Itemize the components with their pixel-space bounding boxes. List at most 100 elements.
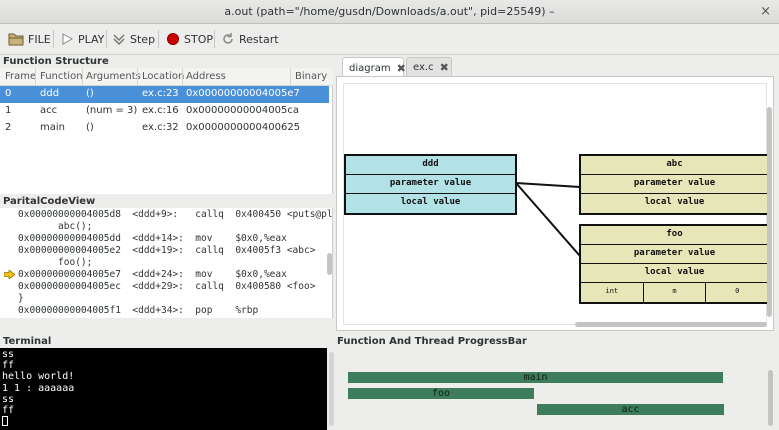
close-tab-icon[interactable]: ✖ — [440, 61, 449, 74]
code-view[interactable]: 0x00000000004005d8 <ddd+9>: callq 0x4004… — [0, 208, 333, 318]
cell-frame: 0 — [5, 88, 12, 99]
local-value-row: local value — [644, 197, 705, 207]
cell-function: ddd — [40, 88, 60, 99]
window-titlebar: a.out (path="/home/gusdn/Downloads/a.out… — [0, 0, 779, 24]
tab-ex-c[interactable]: ex.c ✖ — [406, 57, 452, 77]
variable-name: m — [644, 283, 707, 302]
file-button[interactable]: FILE — [8, 29, 51, 49]
code-line: abc(); — [18, 221, 93, 232]
stack-frame-foo[interactable]: foo parameter value local value int m 0 — [579, 224, 770, 304]
code-view-scrollbar[interactable] — [327, 253, 332, 275]
cell-function: acc — [40, 105, 58, 116]
code-line: foo(); — [18, 257, 93, 268]
restart-icon — [223, 33, 233, 44]
local-value-row: local value — [581, 264, 768, 283]
tab-diagram-label: diagram — [349, 62, 391, 74]
function-structure-title: Function Structure — [3, 56, 109, 67]
cell-frame: 1 — [5, 105, 12, 116]
column-divider — [35, 68, 36, 86]
folder-icon — [8, 33, 24, 46]
terminal-line: hello world! — [2, 371, 75, 383]
cell-address: 0x0000000000400625 — [186, 122, 301, 133]
cell-frame: 2 — [5, 122, 12, 133]
cell-location: ex.c:23 — [142, 88, 179, 99]
code-line: 0x00000000004005e2 <ddd+19>: callq 0x400… — [18, 245, 316, 256]
window-title: a.out (path="/home/gusdn/Downloads/a.out… — [224, 5, 555, 18]
cell-address: 0x00000000004005ca — [186, 105, 299, 116]
close-tab-icon[interactable]: ✖ — [397, 62, 406, 75]
column-header-location[interactable]: Location — [142, 71, 184, 82]
column-header-function[interactable]: Function — [40, 71, 83, 82]
code-view-title: ParitalCodeView — [3, 196, 96, 207]
play-button[interactable]: PLAY — [60, 29, 104, 49]
column-divider — [137, 68, 138, 86]
stop-button[interactable]: STOP — [166, 29, 213, 49]
column-divider — [290, 68, 291, 86]
stack-frame-abc[interactable]: abc parameter value local value — [579, 154, 770, 215]
toolbar-separator — [53, 30, 54, 48]
terminal-line: ss — [2, 349, 15, 360]
file-button-label: FILE — [28, 32, 51, 46]
toolbar-separator — [106, 30, 107, 48]
cell-location: ex.c:32 — [142, 122, 179, 133]
progress-bar-area: main foo acc — [336, 348, 779, 430]
terminal-line: ff — [2, 404, 15, 416]
parameter-value-row: parameter value — [346, 175, 515, 194]
cell-arguments: (num = 3) — [86, 105, 138, 116]
code-line: } — [18, 293, 24, 304]
code-line: 0x00000000004005d8 <ddd+9>: callq 0x4004… — [18, 209, 333, 220]
table-row[interactable]: 0 ddd () ex.c:23 0x00000000004005e7 — [0, 86, 329, 103]
restart-button-label: Restart — [239, 32, 279, 46]
toolbar: FILE PLAY Step STOP Restart — [0, 24, 779, 55]
progress-bar-acc: acc — [537, 404, 724, 415]
variable-type: int — [581, 283, 644, 302]
stop-button-label: STOP — [184, 32, 213, 46]
step-down-icon — [113, 34, 125, 46]
code-line: 0x00000000004005dd <ddd+14>: mov $0x0,%e… — [18, 233, 287, 244]
diagram-canvas[interactable]: ddd parameter value local value abc para… — [343, 83, 770, 325]
frame-name: foo — [581, 226, 768, 245]
code-line: 0x00000000004005f1 <ddd+34>: pop %rbp — [18, 305, 259, 316]
stop-icon — [167, 33, 179, 45]
cell-function: main — [40, 122, 65, 133]
arrow-right-icon — [4, 270, 15, 279]
local-variable-row: int m 0 — [581, 283, 768, 302]
column-header-arguments[interactable]: Arguments — [86, 71, 141, 82]
play-icon — [62, 33, 74, 45]
progress-bar-main: main — [348, 372, 723, 383]
cell-address: 0x00000000004005e7 — [186, 88, 300, 99]
terminal-scrollbar[interactable] — [329, 352, 334, 426]
table-row[interactable]: 1 acc (num = 3) ex.c:16 0x00000000004005… — [0, 103, 329, 120]
cell-arguments: () — [86, 88, 94, 99]
toolbar-separator — [158, 30, 159, 48]
cell-arguments: () — [86, 122, 94, 133]
parameter-value-row: parameter value — [581, 245, 768, 264]
terminal[interactable]: ss ff hello world! 1 1 : aaaaaa ss ff — [0, 348, 327, 430]
function-structure-table: Frame Function Arguments Location Addres… — [0, 68, 333, 194]
progress-scrollbar[interactable] — [768, 370, 773, 426]
column-divider — [182, 68, 183, 86]
terminal-line: ss — [2, 393, 15, 405]
tab-diagram[interactable]: diagram ✖ — [342, 57, 406, 78]
cell-location: ex.c:16 — [142, 105, 179, 116]
frame-name: ddd — [346, 156, 515, 175]
column-header-frame[interactable]: Frame — [5, 71, 36, 82]
play-button-label: PLAY — [78, 32, 105, 46]
step-button-label: Step — [130, 32, 156, 46]
frame-name: abc — [581, 156, 768, 175]
column-header-address[interactable]: Address — [186, 71, 226, 82]
diagram-panel: ddd parameter value local value abc para… — [336, 76, 774, 331]
stack-frame-ddd[interactable]: ddd parameter value local value — [344, 154, 517, 215]
diagram-vertical-scrollbar[interactable] — [767, 107, 772, 317]
diagram-horizontal-scrollbar[interactable] — [575, 322, 767, 327]
column-header-binary[interactable]: Binary — [295, 71, 327, 82]
restart-button[interactable]: Restart — [221, 29, 279, 49]
terminal-line: ff — [2, 360, 15, 372]
table-row[interactable]: 2 main () ex.c:32 0x0000000000400625 — [0, 120, 329, 137]
terminal-cursor — [2, 416, 8, 427]
progress-bar-foo: foo — [348, 388, 534, 399]
variable-value: 0 — [735, 287, 740, 295]
parameter-value-row: parameter value — [581, 175, 768, 194]
close-window-button[interactable]: × — [760, 4, 771, 19]
step-button[interactable]: Step — [112, 29, 155, 49]
